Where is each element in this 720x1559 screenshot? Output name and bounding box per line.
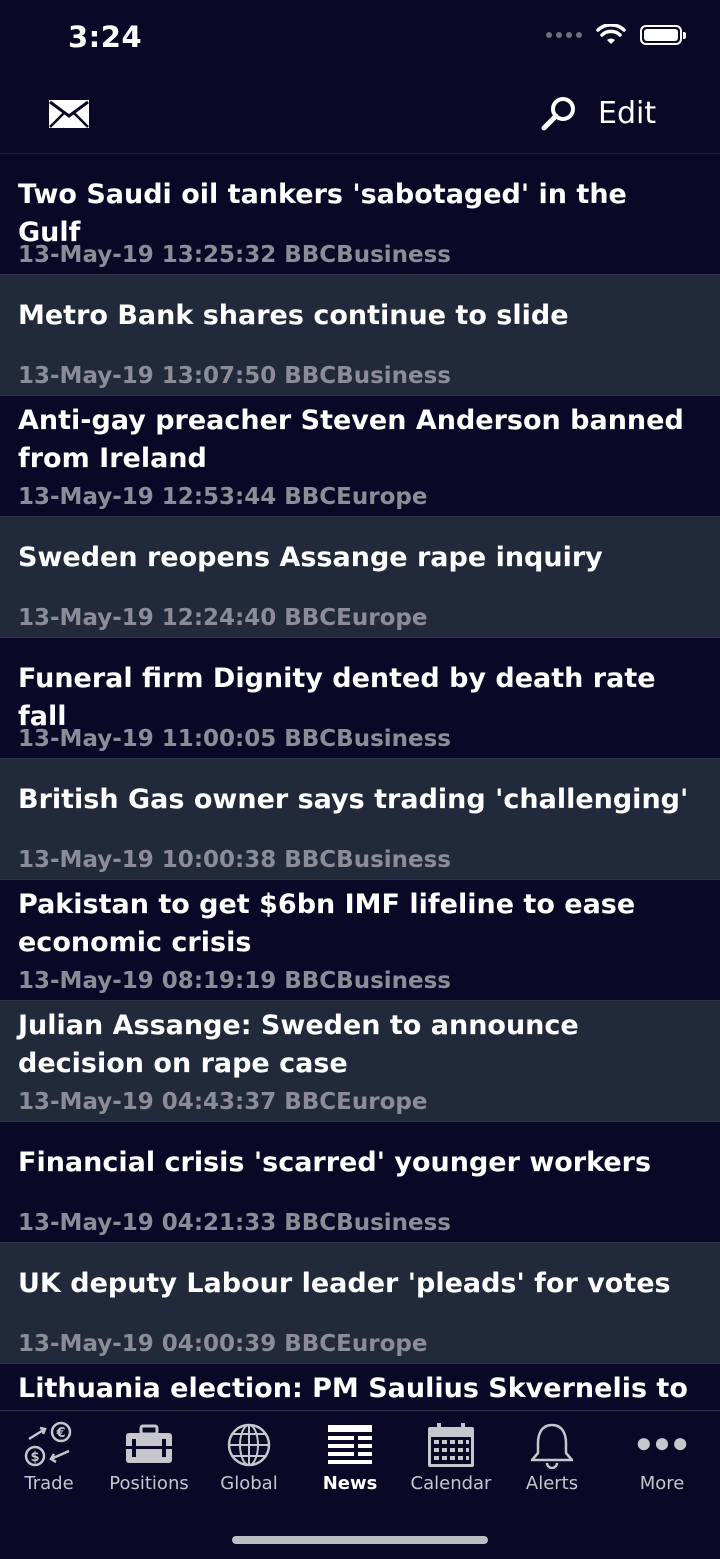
trade-currency-icon: € $: [24, 1421, 72, 1467]
status-time: 3:24: [68, 20, 143, 54]
svg-text:$: $: [30, 1450, 39, 1465]
calendar-icon: [428, 1423, 474, 1467]
briefcase-icon: [126, 1424, 172, 1463]
news-timestamp-source: 13-May-19 11:00:05 BBCBusiness: [18, 726, 452, 752]
news-timestamp-source: 13-May-19 04:43:37 BBCEurope: [18, 1089, 428, 1115]
news-item[interactable]: Pakistan to get $6bn IMF lifeline to eas…: [0, 880, 720, 1001]
home-indicator[interactable]: [232, 1536, 488, 1544]
battery-icon: [640, 25, 686, 45]
news-headline: Metro Bank shares continue to slide: [18, 300, 569, 331]
news-timestamp-source: 13-May-19 12:24:40 BBCEurope: [18, 605, 428, 631]
status-icons: [546, 24, 686, 46]
tab-calendar[interactable]: Calendar: [401, 1411, 501, 1511]
status-bar: 3:24: [0, 0, 720, 80]
news-item[interactable]: Julian Assange: Sweden to announce decis…: [0, 1001, 720, 1122]
news-timestamp-source: 13-May-19 13:07:50 BBCBusiness: [18, 363, 452, 389]
tab-label: Alerts: [525, 1473, 579, 1494]
tab-positions[interactable]: Positions: [99, 1411, 199, 1511]
tab-trade[interactable]: € $ Trade: [0, 1411, 99, 1511]
news-item[interactable]: Lithuania election: PM Saulius Skverneli…: [0, 1364, 720, 1410]
news-headline: Sweden reopens Assange rape inquiry: [18, 542, 603, 573]
tab-label: Calendar: [410, 1473, 492, 1494]
tab-label: Trade: [24, 1473, 74, 1494]
cellular-signal-icon: [546, 32, 582, 38]
news-timestamp-source: 13-May-19 04:21:33 BBCBusiness: [18, 1210, 452, 1236]
news-timestamp-source: 13-May-19 08:19:19 BBCBusiness: [18, 968, 452, 994]
news-headline: Anti-gay preacher Steven Anderson banned…: [18, 405, 684, 474]
search-icon[interactable]: [540, 95, 578, 133]
tab-bar: € $ Trade Positions Global News Calendar…: [0, 1410, 720, 1559]
news-timestamp-source: 13-May-19 10:00:38 BBCBusiness: [18, 847, 452, 873]
mail-icon[interactable]: [48, 99, 90, 129]
news-item[interactable]: Metro Bank shares continue to slide 13-M…: [0, 275, 720, 396]
tab-label: Global: [220, 1473, 278, 1494]
tab-label: Positions: [109, 1473, 189, 1494]
news-item[interactable]: UK deputy Labour leader 'pleads' for vot…: [0, 1243, 720, 1364]
news-headline: Funeral firm Dignity dented by death rat…: [18, 663, 656, 732]
news-timestamp-source: 13-May-19 13:25:32 BBCBusiness: [18, 242, 452, 268]
news-item[interactable]: Two Saudi oil tankers 'sabotaged' in the…: [0, 154, 720, 275]
tab-global[interactable]: Global: [199, 1411, 299, 1511]
news-item[interactable]: British Gas owner says trading 'challeng…: [0, 759, 720, 880]
tab-alerts[interactable]: Alerts: [502, 1411, 602, 1511]
wifi-icon: [596, 24, 626, 44]
news-headline: Financial crisis 'scarred' younger worke…: [18, 1147, 652, 1178]
tab-news[interactable]: News: [300, 1411, 400, 1511]
news-timestamp-source: 13-May-19 04:00:39 BBCEurope: [18, 1331, 428, 1357]
tab-label: More: [639, 1473, 685, 1494]
more-dots-icon: [637, 1438, 687, 1451]
globe-icon: [227, 1423, 271, 1467]
news-item[interactable]: Anti-gay preacher Steven Anderson banned…: [0, 396, 720, 517]
news-item[interactable]: Sweden reopens Assange rape inquiry 13-M…: [0, 517, 720, 638]
news-headline: British Gas owner says trading 'challeng…: [18, 784, 689, 815]
news-item[interactable]: Funeral firm Dignity dented by death rat…: [0, 638, 720, 759]
news-item[interactable]: Financial crisis 'scarred' younger worke…: [0, 1122, 720, 1243]
news-headline: UK deputy Labour leader 'pleads' for vot…: [18, 1268, 671, 1299]
navigation-bar: Edit: [0, 80, 720, 154]
news-headline: Julian Assange: Sweden to announce decis…: [18, 1010, 579, 1079]
news-timestamp-source: 13-May-19 12:53:44 BBCEurope: [18, 484, 428, 510]
newspaper-icon: [328, 1425, 372, 1464]
edit-button[interactable]: Edit: [598, 96, 656, 131]
news-list: Two Saudi oil tankers 'sabotaged' in the…: [0, 154, 720, 1410]
bell-icon: [530, 1423, 574, 1469]
tab-label: News: [322, 1473, 378, 1494]
tab-more[interactable]: More: [612, 1411, 712, 1511]
news-headline: Pakistan to get $6bn IMF lifeline to eas…: [18, 889, 636, 958]
svg-text:€: €: [55, 1426, 65, 1441]
news-headline: Lithuania election: PM Saulius Skverneli…: [18, 1373, 688, 1404]
news-headline: Two Saudi oil tankers 'sabotaged' in the…: [18, 179, 627, 248]
